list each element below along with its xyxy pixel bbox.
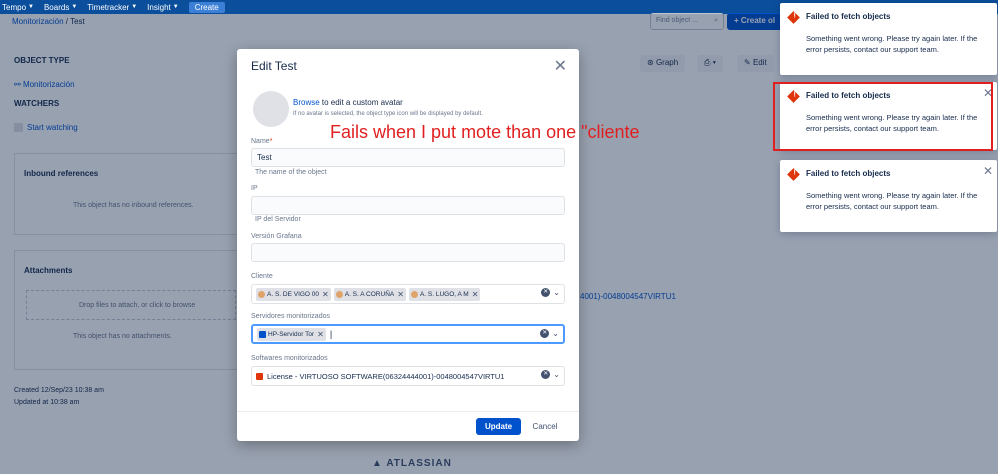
user-icon	[335, 290, 343, 298]
remove-tag-icon[interactable]: ✕	[472, 290, 479, 299]
software-value: License - VIRTUOSO SOFTWARE(06324444001)…	[256, 372, 504, 381]
toast-title: Failed to fetch objects	[806, 12, 891, 21]
dialog-footer-divider	[237, 411, 579, 412]
edit-object-dialog: Edit Test ✕ Browse to edit a custom avat…	[237, 49, 579, 441]
name-help: The name of the object	[255, 169, 327, 176]
name-label: Name*	[251, 138, 272, 145]
cliente-tag: A. S. DE VIGO 00 ✕	[256, 287, 331, 301]
softwares-label: Softwares monitorizados	[251, 355, 328, 362]
nav-label: Tempo	[2, 2, 27, 12]
annotation-text: Fails when I put mote than one "cliente	[330, 122, 640, 142]
user-icon	[410, 290, 418, 298]
servidor-tag: HP-Servidor Tor ✕	[257, 327, 326, 341]
select-controls: ✕ ⌄	[541, 288, 560, 297]
tag-label: A. S. LUGO, A M	[419, 290, 469, 298]
server-icon	[259, 330, 266, 338]
text-cursor: |	[329, 329, 333, 339]
cliente-select[interactable]: A. S. DE VIGO 00 ✕ A. S. A CORUÑA ✕ A. S. …	[251, 284, 565, 304]
toast-body: Something went wrong. Please try again l…	[806, 34, 978, 54]
select-controls: ✕ ⌄	[541, 370, 560, 379]
dialog-title: Edit Test	[251, 59, 297, 73]
user-icon	[258, 290, 265, 298]
required-marker: *	[269, 138, 273, 145]
ip-label: IP	[251, 185, 258, 192]
select-controls: ✕ ⌄	[540, 329, 559, 338]
nav-label: Timetracker	[87, 2, 130, 12]
software-label: License - VIRTUOSO SOFTWARE(06324444001)…	[267, 371, 505, 381]
error-toast: Failed to fetch objects Something went w…	[780, 3, 997, 75]
chevron-down-icon[interactable]: ⌄	[553, 370, 560, 379]
cliente-label: Cliente	[251, 273, 273, 280]
error-icon	[787, 168, 800, 181]
browse-link[interactable]: Browse	[293, 98, 320, 107]
chevron-down-icon: ▼	[131, 4, 138, 10]
chevron-down-icon: ▼	[28, 4, 34, 10]
remove-tag-icon[interactable]: ✕	[317, 330, 324, 339]
name-label-text: Name	[251, 138, 270, 145]
nav-item-insight[interactable]: Insight ▼	[147, 3, 179, 12]
tag-label: A. S. A CORUÑA	[344, 290, 395, 298]
cliente-tag: A. S. A CORUÑA ✕	[333, 287, 406, 301]
clear-icon[interactable]: ✕	[541, 370, 551, 379]
toast-title: Failed to fetch objects	[806, 169, 891, 178]
error-icon	[787, 11, 800, 24]
cancel-button[interactable]: Cancel	[529, 418, 561, 435]
chevron-down-icon: ▼	[172, 4, 179, 10]
chevron-down-icon[interactable]: ⌄	[553, 288, 560, 297]
remove-tag-icon[interactable]: ✕	[322, 290, 329, 299]
grafana-label: Versión Grafana	[251, 233, 302, 240]
name-field[interactable]: Test	[251, 148, 565, 167]
clear-icon[interactable]: ✕	[541, 288, 551, 297]
license-icon	[256, 372, 263, 380]
avatar-placeholder[interactable]	[253, 91, 289, 127]
remove-tag-icon[interactable]: ✕	[397, 290, 404, 299]
avatar-help: Browse to edit a custom avatar	[293, 98, 403, 107]
nav-item-timetracker[interactable]: Timetracker ▼	[87, 3, 137, 12]
error-toast: Failed to fetch objects Something went w…	[780, 160, 997, 232]
avatar-help-text: to edit a custom avatar	[319, 98, 403, 107]
annotation-highlight-box	[773, 82, 993, 151]
servidores-label: Servidores monitorizados	[251, 313, 330, 320]
clear-icon[interactable]: ✕	[540, 329, 550, 338]
nav-item-tempo[interactable]: Tempo ▼	[2, 3, 34, 12]
create-button[interactable]: Create	[188, 1, 225, 13]
close-icon[interactable]: ✕	[554, 56, 567, 76]
nav-item-boards[interactable]: Boards ▼	[44, 3, 77, 12]
chevron-down-icon: ▼	[71, 4, 78, 10]
grafana-field[interactable]	[251, 243, 565, 262]
nav-label: Insight	[147, 2, 171, 12]
ip-help: IP del Servidor	[255, 216, 301, 223]
tag-label: A. S. DE VIGO 00	[267, 290, 320, 298]
cliente-tag: A. S. LUGO, A M ✕	[408, 287, 481, 301]
servidores-select[interactable]: HP-Servidor Tor ✕ | ✕ ⌄	[251, 324, 565, 344]
toast-body: Something went wrong. Please try again l…	[806, 191, 978, 211]
avatar-note: If no avatar is selected, the object typ…	[293, 111, 483, 117]
chevron-down-icon[interactable]: ⌄	[552, 329, 559, 338]
nav-label: Boards	[43, 2, 70, 12]
tag-label: HP-Servidor Tor	[268, 330, 315, 338]
ip-field[interactable]	[251, 196, 565, 215]
close-icon[interactable]: ✕	[983, 164, 993, 178]
softwares-select[interactable]: License - VIRTUOSO SOFTWARE(06324444001)…	[251, 366, 565, 386]
update-button[interactable]: Update	[476, 418, 521, 435]
